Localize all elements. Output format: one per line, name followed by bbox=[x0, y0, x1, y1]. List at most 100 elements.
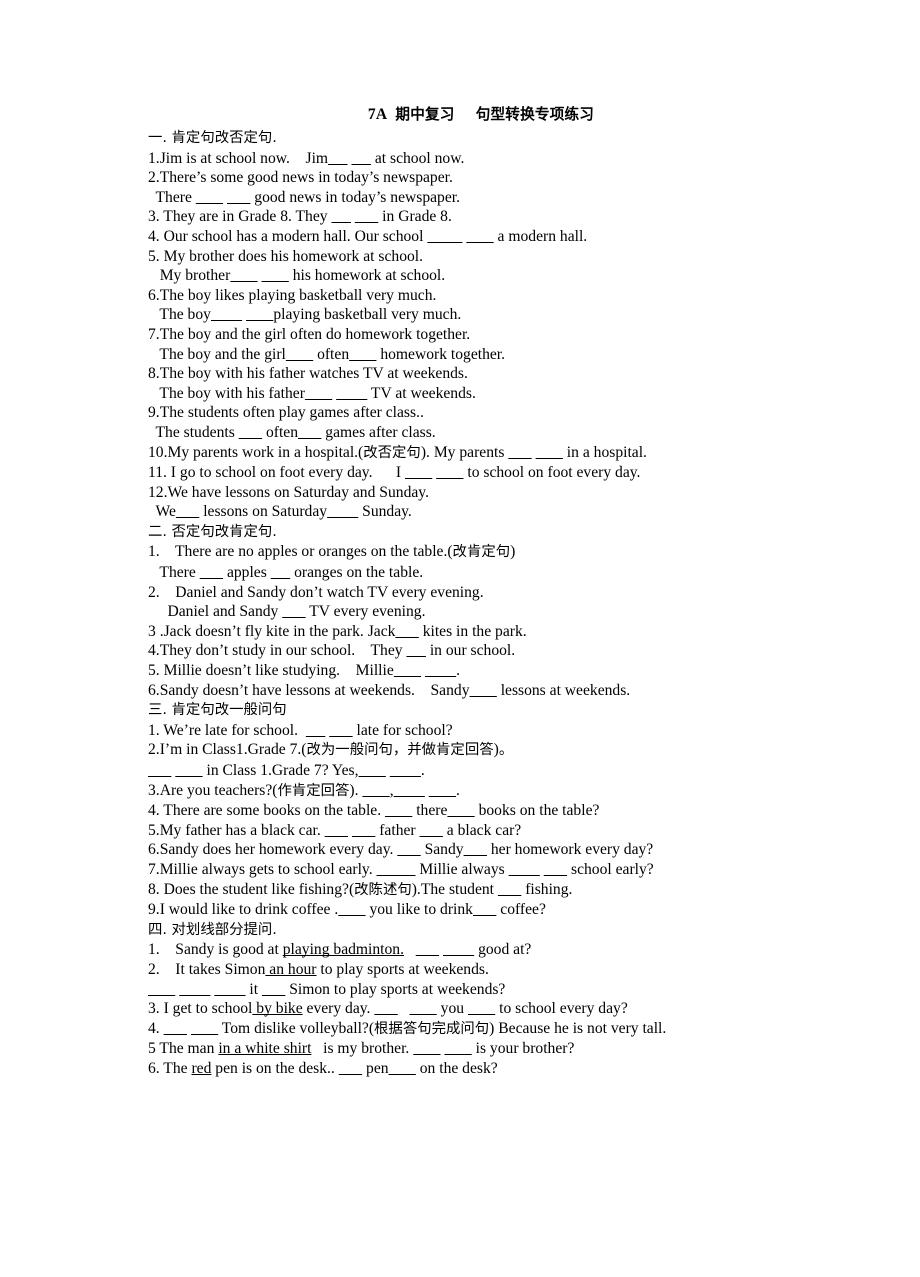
answer-blank[interactable] bbox=[179, 981, 210, 998]
answer-blank[interactable] bbox=[211, 306, 242, 323]
answer-blank[interactable] bbox=[262, 981, 285, 998]
answer-blank[interactable] bbox=[336, 385, 367, 402]
answer-blank[interactable] bbox=[282, 603, 305, 620]
answer-blank[interactable] bbox=[352, 822, 375, 839]
exercise-line: 9.I would like to drink coffee . you lik… bbox=[148, 901, 546, 919]
exercise-line: 6. The red pen is on the desk.. pen on t… bbox=[148, 1059, 498, 1077]
answer-blank[interactable] bbox=[427, 228, 462, 245]
answer-blank[interactable] bbox=[327, 503, 358, 520]
worksheet-page: 7A 期中复习 句型转换专项练习 一. 肯定句改否定句. 1.Jim is at… bbox=[0, 0, 920, 1277]
answer-blank[interactable] bbox=[338, 901, 365, 918]
answer-blank[interactable] bbox=[425, 662, 456, 679]
answer-blank[interactable] bbox=[389, 1060, 416, 1077]
exercise-line: 1.Jim is at school now. Jim at school no… bbox=[148, 149, 465, 167]
exercise-line: 4. Our school has a modern hall. Our sch… bbox=[148, 227, 588, 245]
section-heading-2: 二. 否定句改肯定句. bbox=[148, 523, 277, 540]
exercise-line: The students often games after class. bbox=[148, 423, 436, 441]
answer-blank[interactable] bbox=[544, 861, 567, 878]
exercise-line: 8.The boy with his father watches TV at … bbox=[148, 365, 468, 383]
answer-blank[interactable] bbox=[397, 841, 420, 858]
answer-blank[interactable] bbox=[359, 762, 386, 779]
answer-blank[interactable] bbox=[176, 503, 199, 520]
answer-blank[interactable] bbox=[239, 424, 262, 441]
answer-blank[interactable] bbox=[355, 208, 378, 225]
exercise-line: 11. I go to school on foot every day. I … bbox=[148, 464, 641, 482]
answer-blank[interactable] bbox=[409, 1000, 436, 1017]
answer-blank[interactable] bbox=[498, 881, 521, 898]
answer-blank[interactable] bbox=[196, 189, 223, 206]
answer-blank[interactable] bbox=[395, 623, 418, 640]
answer-blank[interactable] bbox=[416, 941, 439, 958]
answer-blank[interactable] bbox=[328, 150, 348, 167]
exercise-line: We lessons on Saturday Sunday. bbox=[148, 503, 412, 521]
exercise-line: There apples oranges on the table. bbox=[148, 564, 424, 582]
answer-blank[interactable] bbox=[329, 722, 352, 739]
answer-blank[interactable] bbox=[271, 564, 291, 581]
answer-blank[interactable] bbox=[447, 802, 474, 819]
answer-blank[interactable] bbox=[464, 841, 487, 858]
answer-blank[interactable] bbox=[331, 208, 351, 225]
answer-blank[interactable] bbox=[413, 1040, 440, 1057]
exercise-line: 6.The boy likes playing basketball very … bbox=[148, 286, 437, 304]
exercise-line: There good news in today’s newspaper. bbox=[148, 188, 461, 206]
answer-blank[interactable] bbox=[175, 762, 202, 779]
answer-blank[interactable] bbox=[362, 782, 389, 799]
exercise-line: 12.We have lessons on Saturday and Sunda… bbox=[148, 483, 429, 501]
answer-blank[interactable] bbox=[509, 861, 540, 878]
answer-blank[interactable] bbox=[374, 1000, 397, 1017]
answer-blank[interactable] bbox=[405, 464, 432, 481]
answer-blank[interactable] bbox=[536, 444, 563, 461]
answer-blank[interactable] bbox=[227, 189, 250, 206]
answer-blank[interactable] bbox=[377, 861, 416, 878]
section-heading-3: 三. 肯定句改一般问句 bbox=[148, 702, 287, 719]
answer-blank[interactable] bbox=[436, 464, 463, 481]
page-title: 7A 期中复习 句型转换专项练习 bbox=[148, 105, 780, 125]
answer-blank[interactable] bbox=[349, 346, 376, 363]
answer-blank[interactable] bbox=[214, 981, 245, 998]
exercise-line: it Simon to play sports at weekends? bbox=[148, 980, 780, 1000]
answer-blank[interactable] bbox=[385, 802, 412, 819]
exercise-line: My brother his homework at school. bbox=[148, 267, 446, 285]
answer-blank[interactable] bbox=[443, 941, 474, 958]
exercise-line: 1. We’re late for school. late for schoo… bbox=[148, 721, 453, 739]
answer-blank[interactable] bbox=[394, 782, 425, 799]
answer-blank[interactable] bbox=[230, 267, 257, 284]
exercise-line: 6.Sandy doesn’t have lessons at weekends… bbox=[148, 681, 631, 699]
answer-blank[interactable] bbox=[305, 385, 332, 402]
answer-blank[interactable] bbox=[508, 444, 531, 461]
answer-blank[interactable] bbox=[262, 267, 289, 284]
answer-blank[interactable] bbox=[148, 762, 171, 779]
answer-blank[interactable] bbox=[339, 1060, 362, 1077]
answer-blank[interactable] bbox=[444, 1040, 471, 1057]
section-heading-4: 四. 对划线部分提问. bbox=[148, 921, 277, 938]
answer-blank[interactable] bbox=[298, 424, 321, 441]
answer-blank[interactable] bbox=[429, 782, 456, 799]
exercise-line: 10.My parents work in a hospital.(改否定句).… bbox=[148, 443, 647, 461]
answer-blank[interactable] bbox=[246, 306, 273, 323]
exercise-line: 2.I’m in Class1.Grade 7.(改为一般问句，并做肯定回答)。 bbox=[148, 741, 514, 759]
exercise-line: 8. Does the student like fishing?(改陈述句).… bbox=[148, 880, 573, 898]
answer-blank[interactable] bbox=[164, 1020, 187, 1037]
answer-blank[interactable] bbox=[394, 662, 421, 679]
answer-blank[interactable] bbox=[325, 822, 348, 839]
answer-blank[interactable] bbox=[200, 564, 223, 581]
answer-blank[interactable] bbox=[191, 1020, 218, 1037]
exercise-line: in Class 1.Grade 7? Yes, . bbox=[148, 761, 780, 781]
exercise-line: Daniel and Sandy TV every evening. bbox=[148, 603, 426, 621]
answer-blank[interactable] bbox=[390, 762, 421, 779]
answer-blank[interactable] bbox=[468, 1000, 495, 1017]
exercise-line: 4. There are some books on the table. th… bbox=[148, 802, 600, 820]
answer-blank[interactable] bbox=[470, 682, 497, 699]
answer-blank[interactable] bbox=[473, 901, 496, 918]
answer-blank[interactable] bbox=[148, 981, 175, 998]
answer-blank[interactable] bbox=[306, 722, 326, 739]
exercise-line: 2. It takes Simon an hour to play sports… bbox=[148, 960, 489, 978]
answer-blank[interactable] bbox=[351, 150, 371, 167]
answer-blank[interactable] bbox=[466, 228, 493, 245]
exercise-line: 2. Daniel and Sandy don’t watch TV every… bbox=[148, 583, 484, 601]
answer-blank[interactable] bbox=[420, 822, 443, 839]
answer-blank[interactable] bbox=[406, 642, 426, 659]
exercise-line: 9.The students often play games after cl… bbox=[148, 404, 424, 422]
answer-blank[interactable] bbox=[286, 346, 313, 363]
underlined-phrase: playing badminton. bbox=[282, 941, 404, 959]
